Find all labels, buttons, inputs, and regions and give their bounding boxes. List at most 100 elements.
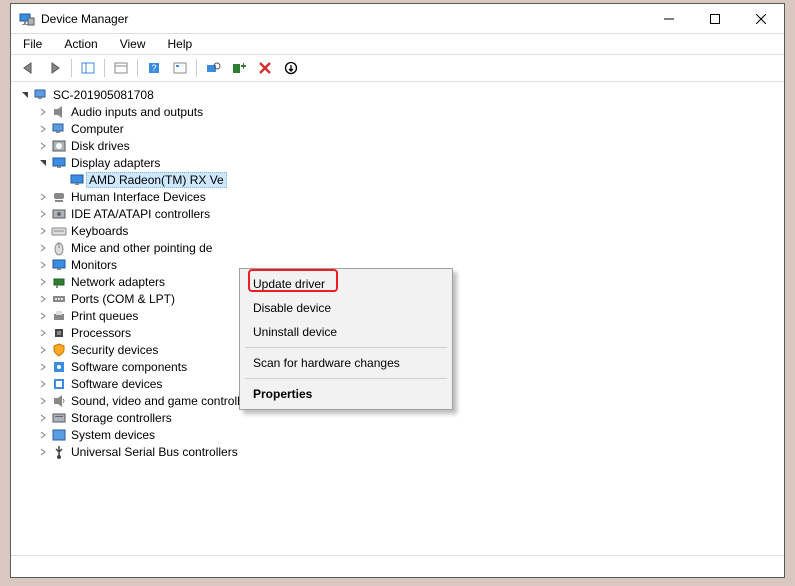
category-label: Software components [71, 360, 187, 374]
category-label: Print queues [71, 309, 138, 323]
show-hide-tree-button[interactable] [76, 57, 100, 79]
uninstall-button[interactable] [253, 57, 277, 79]
chevron-right-icon[interactable] [37, 412, 49, 424]
monitors-icon [51, 257, 67, 273]
menu-action[interactable]: Action [60, 36, 101, 52]
chevron-down-icon[interactable] [37, 157, 49, 169]
tree-content: SC-201905081708 Audio inputs and outputs… [11, 82, 784, 555]
category-ide[interactable]: IDE ATA/ATAPI controllers [37, 205, 784, 222]
root-label: SC-201905081708 [53, 88, 154, 102]
chevron-right-icon[interactable] [37, 191, 49, 203]
chevron-right-icon[interactable] [37, 429, 49, 441]
close-button[interactable] [738, 4, 784, 33]
category-disk[interactable]: Disk drives [37, 137, 784, 154]
chevron-right-icon[interactable] [37, 140, 49, 152]
chevron-right-icon[interactable] [37, 310, 49, 322]
swcomp-icon [51, 359, 67, 375]
svg-text:?: ? [151, 63, 156, 73]
menubar: File Action View Help [11, 34, 784, 54]
help-button[interactable]: ? [142, 57, 166, 79]
category-hid[interactable]: Human Interface Devices [37, 188, 784, 205]
chevron-right-icon[interactable] [37, 378, 49, 390]
category-mice[interactable]: Mice and other pointing de [37, 239, 784, 256]
chevron-right-icon[interactable] [37, 242, 49, 254]
forward-button[interactable] [43, 57, 67, 79]
chevron-right-icon[interactable] [37, 327, 49, 339]
maximize-button[interactable] [692, 4, 738, 33]
properties-button[interactable] [109, 57, 133, 79]
chevron-right-icon[interactable] [37, 259, 49, 271]
chevron-right-icon[interactable] [37, 361, 49, 373]
ctx-scan-hardware[interactable]: Scan for hardware changes [241, 351, 451, 375]
security-icon [51, 342, 67, 358]
chevron-down-icon[interactable] [19, 89, 31, 101]
category-system[interactable]: System devices [37, 426, 784, 443]
chevron-right-icon[interactable] [37, 276, 49, 288]
chevron-right-icon[interactable] [37, 106, 49, 118]
menu-help[interactable]: Help [164, 36, 197, 52]
hid-icon [51, 189, 67, 205]
display-icon [69, 172, 85, 188]
device-amd-radeon[interactable]: AMD Radeon(TM) RX Ve [55, 171, 784, 188]
separator [104, 59, 105, 77]
category-label: Display adapters [71, 156, 160, 170]
category-display[interactable]: Display adapters [37, 154, 784, 171]
chevron-right-icon[interactable] [37, 395, 49, 407]
category-usb[interactable]: Universal Serial Bus controllers [37, 443, 784, 460]
add-hardware-button[interactable] [227, 57, 251, 79]
context-menu: Update driver Disable device Uninstall d… [239, 268, 453, 410]
category-label: Monitors [71, 258, 117, 272]
category-keyboard[interactable]: Keyboards [37, 222, 784, 239]
menu-file[interactable]: File [19, 36, 46, 52]
action-button[interactable] [168, 57, 192, 79]
category-label: Security devices [71, 343, 158, 357]
chevron-right-icon[interactable] [37, 293, 49, 305]
ctx-update-driver[interactable]: Update driver [241, 272, 451, 296]
category-label: IDE ATA/ATAPI controllers [71, 207, 210, 221]
ctx-properties[interactable]: Properties [241, 382, 451, 406]
display-icon [51, 155, 67, 171]
category-label: Mice and other pointing de [71, 241, 212, 255]
chevron-right-icon[interactable] [37, 225, 49, 237]
proc-icon [51, 325, 67, 341]
separator [71, 59, 72, 77]
menu-view[interactable]: View [116, 36, 150, 52]
mice-icon [51, 240, 67, 256]
ide-icon [51, 206, 67, 222]
usb-icon [51, 444, 67, 460]
category-label: Processors [71, 326, 131, 340]
root-node[interactable]: SC-201905081708 [19, 86, 784, 103]
system-icon [51, 427, 67, 443]
category-audio[interactable]: Audio inputs and outputs [37, 103, 784, 120]
device-manager-window: Device Manager File Action View Help ? [10, 3, 785, 578]
category-storage[interactable]: Storage controllers [37, 409, 784, 426]
titlebar: Device Manager [11, 4, 784, 34]
chevron-right-icon[interactable] [37, 446, 49, 458]
keyboard-icon [51, 223, 67, 239]
category-label: Storage controllers [71, 411, 172, 425]
separator [245, 378, 447, 379]
scan-hardware-button[interactable] [201, 57, 225, 79]
category-label: Human Interface Devices [71, 190, 206, 204]
chevron-right-icon[interactable] [37, 344, 49, 356]
swdev-icon [51, 376, 67, 392]
chevron-right-icon[interactable] [37, 208, 49, 220]
category-computer[interactable]: Computer [37, 120, 784, 137]
minimize-button[interactable] [646, 4, 692, 33]
network-icon [51, 274, 67, 290]
chevron-right-icon[interactable] [37, 123, 49, 135]
statusbar [11, 555, 784, 577]
category-label: Software devices [71, 377, 162, 391]
category-label: Computer [71, 122, 124, 136]
disable-button[interactable] [279, 57, 303, 79]
ctx-disable-device[interactable]: Disable device [241, 296, 451, 320]
print-icon [51, 308, 67, 324]
category-label: Network adapters [71, 275, 165, 289]
ctx-uninstall-device[interactable]: Uninstall device [241, 320, 451, 344]
window-title: Device Manager [41, 12, 646, 26]
ports-icon [51, 291, 67, 307]
category-label: Audio inputs and outputs [71, 105, 203, 119]
separator [137, 59, 138, 77]
computer-icon [51, 121, 67, 137]
back-button[interactable] [17, 57, 41, 79]
